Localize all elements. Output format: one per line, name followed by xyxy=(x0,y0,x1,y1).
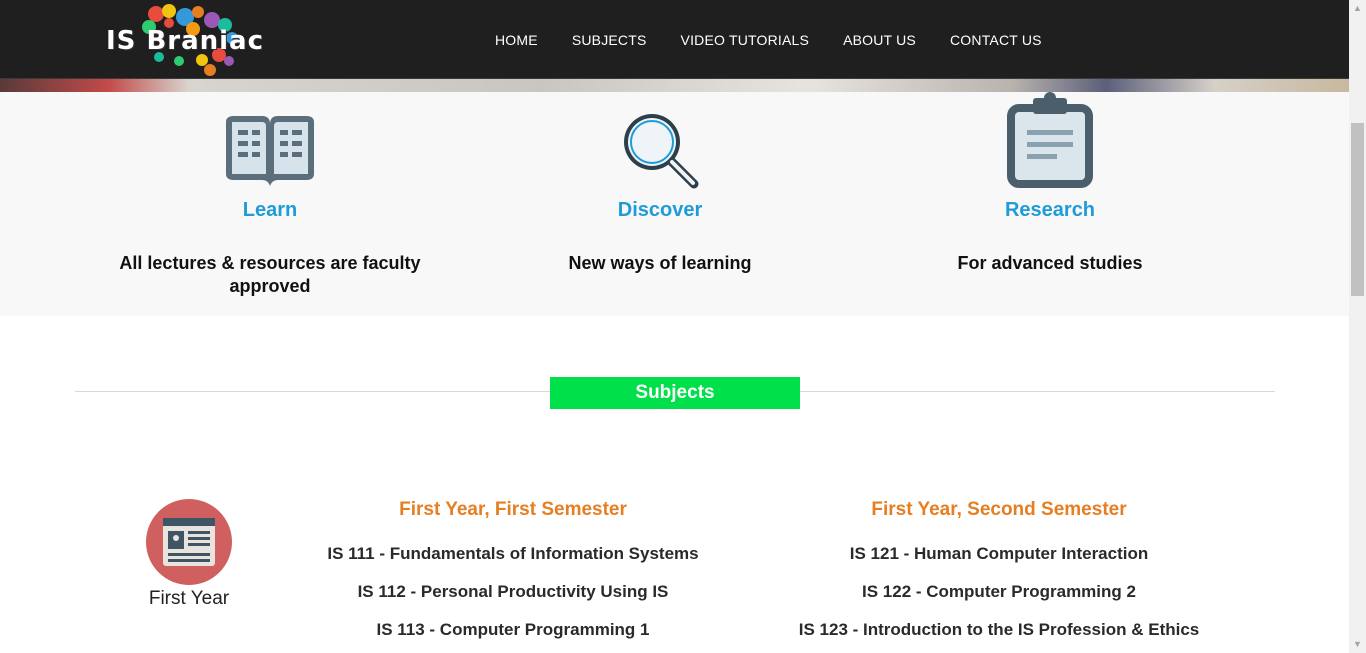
first-year-block[interactable]: First Year xyxy=(130,499,248,610)
course-link[interactable]: IS 123 - Introduction to the IS Professi… xyxy=(759,620,1239,640)
feature-title: Learn xyxy=(242,199,298,221)
feature-description: All lectures & resources are faculty app… xyxy=(119,253,421,296)
semester-first: First Year, First Semester IS 111 - Fund… xyxy=(273,499,753,640)
course-link[interactable]: IS 111 - Fundamentals of Information Sys… xyxy=(273,544,753,564)
logo-text: IS Braniac xyxy=(106,26,265,56)
course-link[interactable]: IS 113 - Computer Programming 1 xyxy=(273,620,753,640)
course-link[interactable]: IS 112 - Personal Productivity Using IS xyxy=(273,582,753,602)
nav-contact-us[interactable]: CONTACT US xyxy=(933,32,1059,48)
course-link[interactable]: IS 121 - Human Computer Interaction xyxy=(759,544,1239,564)
feature-title: Research xyxy=(1004,199,1096,221)
nav-subjects[interactable]: SUBJECTS xyxy=(555,32,664,48)
clipboard-icon xyxy=(860,92,1240,192)
page-scrollbar[interactable]: ▲ ▼ xyxy=(1349,0,1366,653)
hero-image-strip xyxy=(0,78,1349,92)
semester-title: First Year, First Semester xyxy=(399,499,627,520)
year-badge xyxy=(146,499,232,585)
feature-learn: Learn All lectures & resources are facul… xyxy=(80,92,460,298)
year-label: First Year xyxy=(148,588,230,609)
page: IS Braniac HOME SUBJECTS VIDEO TUTORIALS… xyxy=(0,0,1366,653)
feature-title: Discover xyxy=(617,199,703,221)
nav-home[interactable]: HOME xyxy=(478,32,555,48)
site-header: IS Braniac HOME SUBJECTS VIDEO TUTORIALS… xyxy=(0,0,1349,79)
feature-research: Research For advanced studies xyxy=(860,92,1240,275)
feature-discover: Discover New ways of learning xyxy=(470,92,850,275)
feature-description: New ways of learning xyxy=(568,253,752,273)
main-nav: HOME SUBJECTS VIDEO TUTORIALS ABOUT US C… xyxy=(478,0,1059,79)
nav-video-tutorials[interactable]: VIDEO TUTORIALS xyxy=(664,32,827,48)
newspaper-icon xyxy=(163,518,215,566)
subjects-heading: Subjects xyxy=(550,377,800,409)
nav-about-us[interactable]: ABOUT US xyxy=(826,32,933,48)
site-logo[interactable]: IS Braniac xyxy=(104,4,268,78)
course-link[interactable]: IS 122 - Computer Programming 2 xyxy=(759,582,1239,602)
scroll-up-arrow-icon[interactable]: ▲ xyxy=(1349,0,1366,17)
semester-second: First Year, Second Semester IS 121 - Hum… xyxy=(759,499,1239,640)
scroll-down-arrow-icon[interactable]: ▼ xyxy=(1349,636,1366,653)
scrollbar-thumb[interactable] xyxy=(1351,123,1364,296)
open-book-icon xyxy=(80,92,460,192)
semester-title: First Year, Second Semester xyxy=(871,499,1127,520)
magnifier-icon xyxy=(470,92,850,192)
features-section: Learn All lectures & resources are facul… xyxy=(0,92,1349,316)
feature-description: For advanced studies xyxy=(957,253,1143,273)
